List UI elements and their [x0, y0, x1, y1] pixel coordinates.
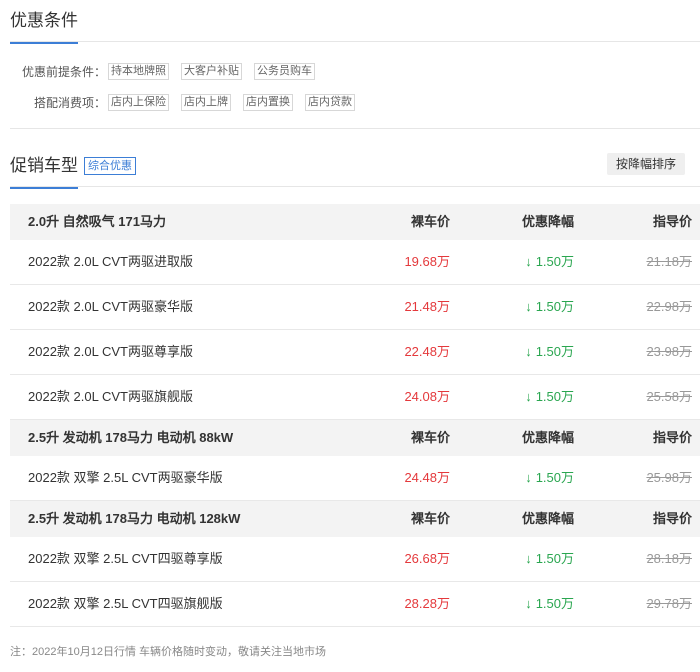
group-header: 2.5升 发动机 178马力 电动机 88kW 裸车价 优惠降幅 指导价 [10, 420, 700, 456]
model-name[interactable]: 2022款 2.0L CVT两驱豪华版 [28, 285, 193, 329]
table-row[interactable]: 2022款 双擎 2.5L CVT两驱豪华版 24.48万 ↓ 1.50万 25.… [10, 456, 700, 501]
tag-insurance[interactable]: 店内上保险 [108, 93, 169, 111]
discount: ↓ 1.50万 [525, 582, 574, 626]
table-row[interactable]: 2022款 2.0L CVT两驱尊享版 22.48万 ↓ 1.50万 23.98万 [10, 330, 700, 375]
promo-title: 促销车型 [10, 156, 78, 189]
model-name[interactable]: 2022款 2.0L CVT两驱旗舰版 [28, 375, 193, 419]
tag-tradein[interactable]: 店内置换 [243, 93, 293, 111]
bare-price: 26.68万 [404, 551, 450, 566]
bare-price: 21.48万 [404, 299, 450, 314]
col-header-guide: 指导价 [652, 214, 692, 229]
discount: ↓ 1.50万 [525, 240, 574, 284]
group-header: 2.5升 发动机 178马力 电动机 128kW 裸车价 优惠降幅 指导价 [10, 501, 700, 537]
discount: ↓ 1.50万 [525, 537, 574, 581]
model-name[interactable]: 2022款 双擎 2.5L CVT四驱尊享版 [28, 537, 223, 581]
tag-loan[interactable]: 店内贷款 [305, 93, 355, 111]
guide-price: 23.98万 [646, 344, 692, 359]
group-name: 2.0升 自然吸气 171马力 [28, 214, 166, 229]
model-name[interactable]: 2022款 双擎 2.5L CVT四驱旗舰版 [28, 582, 223, 626]
group-name: 2.5升 发动机 178马力 电动机 88kW [28, 430, 234, 445]
table-row[interactable]: 2022款 2.0L CVT两驱豪华版 21.48万 ↓ 1.50万 22.98万 [10, 285, 700, 330]
promo-badge[interactable]: 综合优惠 [84, 157, 136, 175]
divider [10, 41, 700, 42]
table-row[interactable]: 2022款 双擎 2.5L CVT四驱旗舰版 28.28万 ↓ 1.50万 29.… [10, 582, 700, 627]
divider [10, 186, 700, 187]
discount: ↓ 1.50万 [525, 330, 574, 374]
bare-price: 24.48万 [404, 470, 450, 485]
table-row[interactable]: 2022款 2.0L CVT两驱旗舰版 24.08万 ↓ 1.50万 25.58万 [10, 375, 700, 420]
condition-row-prerequisites: 优惠前提条件： 持本地牌照 大客户补贴 公务员购车 [10, 61, 315, 81]
bare-price: 22.48万 [404, 344, 450, 359]
col-header-discount: 优惠降幅 [521, 511, 574, 526]
guide-price: 21.18万 [646, 254, 692, 269]
col-header-guide: 指导价 [652, 430, 692, 445]
guide-price: 28.18万 [646, 551, 692, 566]
tag-plate[interactable]: 店内上牌 [181, 93, 231, 111]
guide-price: 25.58万 [646, 389, 692, 404]
down-arrow-icon: ↓ [525, 254, 532, 269]
table-row[interactable]: 2022款 双擎 2.5L CVT四驱尊享版 26.68万 ↓ 1.50万 28.… [10, 537, 700, 582]
down-arrow-icon: ↓ [525, 551, 532, 566]
down-arrow-icon: ↓ [525, 596, 532, 611]
sort-by-discount-button[interactable]: 按降幅排序 [607, 153, 685, 175]
tag-local-plate[interactable]: 持本地牌照 [108, 62, 169, 80]
discount: ↓ 1.50万 [525, 456, 574, 500]
down-arrow-icon: ↓ [525, 299, 532, 314]
col-header-guide: 指导价 [652, 511, 692, 526]
guide-price: 25.98万 [646, 470, 692, 485]
down-arrow-icon: ↓ [525, 389, 532, 404]
footnote: 注：2022年10月12日行情 车辆价格随时变动，敬请关注当地市场 [10, 646, 326, 658]
down-arrow-icon: ↓ [525, 470, 532, 485]
col-header-price: 裸车价 [410, 511, 450, 526]
model-name[interactable]: 2022款 2.0L CVT两驱进取版 [28, 240, 193, 284]
tag-civil-servant[interactable]: 公务员购车 [254, 62, 315, 80]
tag-corporate-subsidy[interactable]: 大客户补贴 [181, 62, 242, 80]
group-name: 2.5升 发动机 178马力 电动机 128kW [28, 511, 241, 526]
promo-table: 2.0升 自然吸气 171马力 裸车价 优惠降幅 指导价 2022款 2.0L … [10, 204, 700, 627]
model-name[interactable]: 2022款 2.0L CVT两驱尊享版 [28, 330, 193, 374]
condition-row-addons: 搭配消费项： 店内上保险 店内上牌 店内置换 店内贷款 [10, 92, 355, 112]
col-header-price: 裸车价 [410, 430, 450, 445]
condition-label: 优惠前提条件： [21, 64, 106, 79]
guide-price: 22.98万 [646, 299, 692, 314]
group-header: 2.0升 自然吸气 171马力 裸车价 优惠降幅 指导价 [10, 204, 700, 240]
condition-label: 搭配消费项： [33, 95, 106, 110]
bare-price: 19.68万 [404, 254, 450, 269]
discount: ↓ 1.50万 [525, 375, 574, 419]
down-arrow-icon: ↓ [525, 344, 532, 359]
model-name[interactable]: 2022款 双擎 2.5L CVT两驱豪华版 [28, 456, 223, 500]
col-header-discount: 优惠降幅 [521, 430, 574, 445]
bare-price: 28.28万 [404, 596, 450, 611]
col-header-discount: 优惠降幅 [521, 214, 574, 229]
guide-price: 29.78万 [646, 596, 692, 611]
discount: ↓ 1.50万 [525, 285, 574, 329]
bare-price: 24.08万 [404, 389, 450, 404]
divider [10, 128, 700, 129]
conditions-title: 优惠条件 [10, 11, 78, 44]
col-header-price: 裸车价 [410, 214, 450, 229]
table-row[interactable]: 2022款 2.0L CVT两驱进取版 19.68万 ↓ 1.50万 21.18万 [10, 240, 700, 285]
